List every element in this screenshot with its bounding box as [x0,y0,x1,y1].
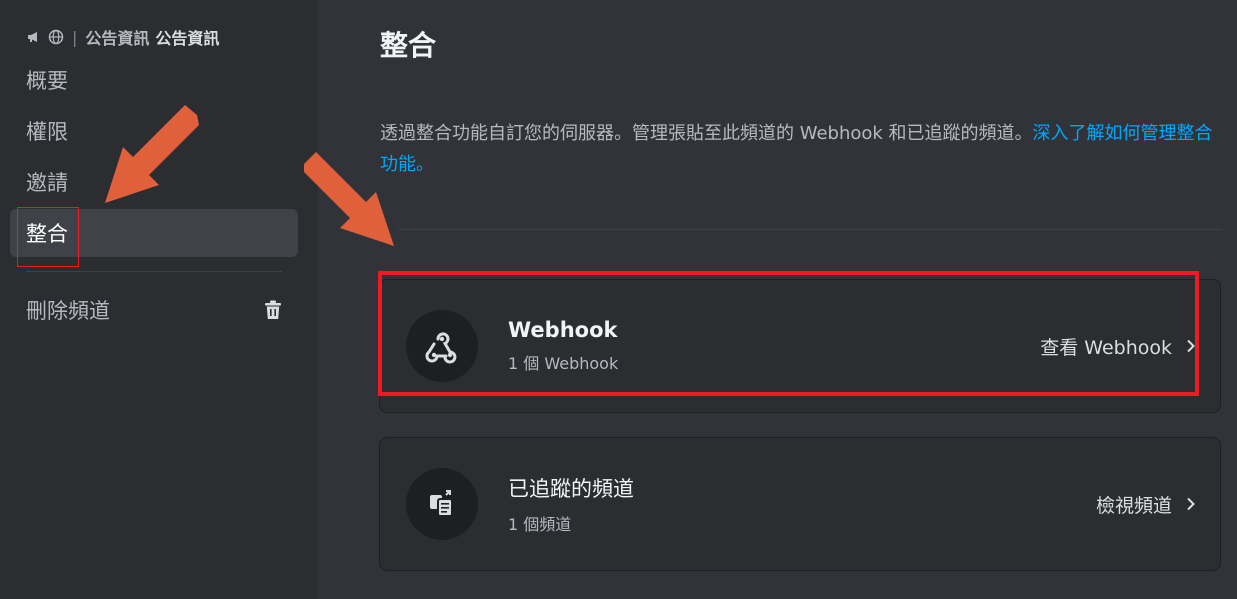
followed-channel-icon [430,490,453,517]
webhook-card-texts: Webhook 1 個 Webhook [508,318,1040,374]
view-channels-button[interactable]: 檢視頻道 [1096,491,1196,518]
integrations-description: 透過整合功能自訂您的伺服器。管理張貼至此頻道的 Webhook 和已追蹤的頻道。… [380,118,1222,180]
sidebar-item-label: 整合 [26,222,68,246]
webhook-card[interactable]: Webhook 1 個 Webhook 查看 Webhook [379,279,1221,413]
sidebar-item-permissions[interactable]: 權限 [10,107,298,155]
channel-breadcrumb: | 公告資訊 公告資訊 [26,26,219,48]
breadcrumb-separator: | [72,27,78,47]
page-title: 整合 [380,29,437,62]
sidebar-item-invites[interactable]: 邀請 [10,158,298,206]
followed-channels-card[interactable]: 已追蹤的頻道 1 個頻道 檢視頻道 [379,437,1221,571]
webhook-icon-circle [406,310,478,382]
description-text: 透過整合功能自訂您的伺服器。管理張貼至此頻道的 Webhook 和已追蹤的頻道。 [380,123,1033,144]
webhook-card-title: Webhook [508,318,618,342]
chevron-right-icon [1187,497,1195,511]
followed-channels-card-texts: 已追蹤的頻道 1 個頻道 [508,473,1096,535]
app-window: | 公告資訊 公告資訊 概要 權限 邀請 整合 刪除頻道 整合 透過整合功能自訂… [0,0,1237,599]
delete-channel-button[interactable]: 刪除頻道 [10,286,298,334]
globe-icon [48,29,64,45]
sidebar-item-label: 概要 [26,69,68,93]
sidebar-divider [26,271,282,272]
breadcrumb-channel-bold: 公告資訊 [155,29,220,48]
sidebar-item-overview[interactable]: 概要 [10,56,298,104]
chevron-right-icon [1187,339,1195,353]
section-divider [398,229,1222,230]
trash-icon [265,300,281,319]
view-webhooks-button[interactable]: 查看 Webhook [1040,333,1196,360]
settings-nav: 概要 權限 邀請 整合 刪除頻道 [10,56,298,337]
integrations-panel: 整合 透過整合功能自訂您的伺服器。管理張貼至此頻道的 Webhook 和已追蹤的… [318,0,1237,599]
breadcrumb-channel: 公告資訊 [85,29,150,48]
webhook-card-subtitle: 1 個 Webhook [508,354,619,373]
delete-channel-label: 刪除頻道 [26,299,110,323]
sidebar-item-integrations[interactable]: 整合 [10,209,298,257]
sidebar-item-label: 權限 [26,120,68,144]
settings-sidebar: | 公告資訊 公告資訊 概要 權限 邀請 整合 刪除頻道 [0,0,318,599]
webhook-icon [425,332,457,364]
followed-channels-card-title: 已追蹤的頻道 [508,477,634,501]
followed-channels-card-subtitle: 1 個頻道 [508,515,572,534]
view-webhooks-label: 查看 Webhook [1040,336,1172,359]
megaphone-icon [28,32,37,42]
followed-channel-icon-circle [406,468,478,540]
sidebar-item-label: 邀請 [26,171,68,195]
view-channels-label: 檢視頻道 [1095,494,1172,517]
